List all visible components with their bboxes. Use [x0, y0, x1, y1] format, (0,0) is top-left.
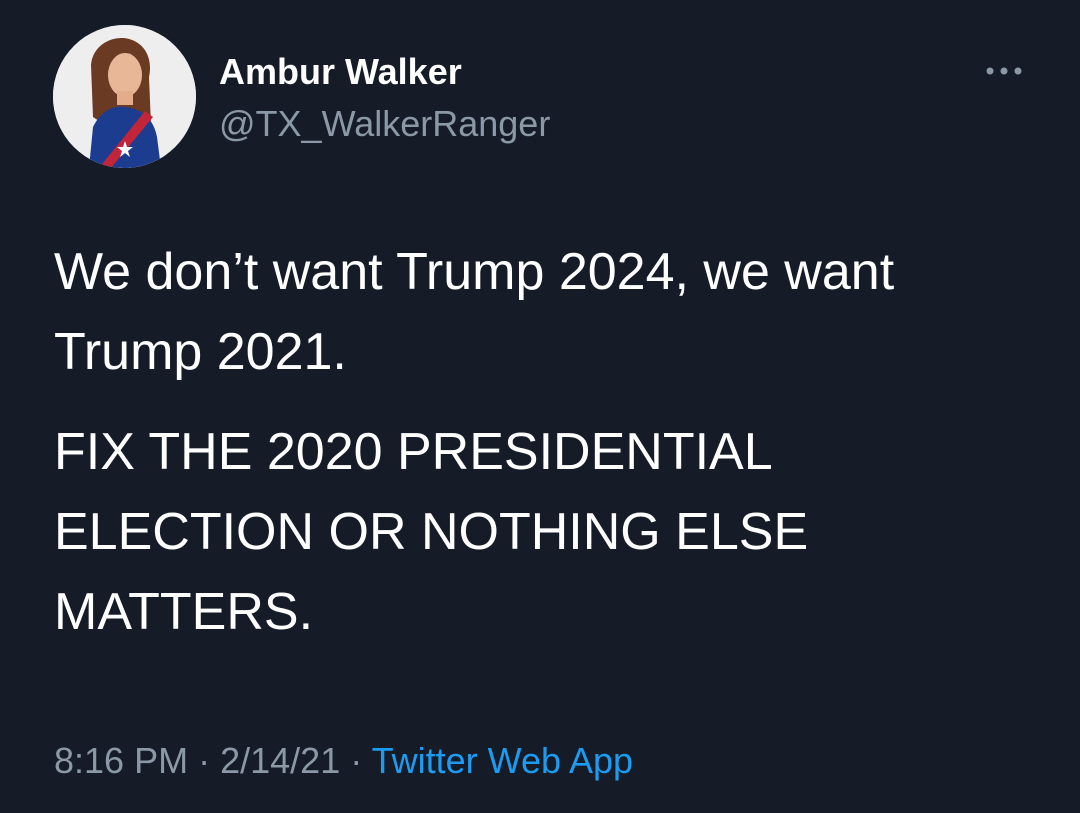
author-display-name[interactable]: Ambur Walker — [219, 50, 462, 94]
tweet-card: Ambur Walker @TX_WalkerRanger We don’t w… — [0, 0, 1080, 813]
tweet-metadata: 8:16 PM · 2/14/21 · Twitter Web App — [54, 736, 633, 786]
meta-separator: · — [350, 740, 363, 781]
more-options-icon — [986, 67, 1022, 75]
profile-photo-icon — [53, 25, 196, 168]
author-handle[interactable]: @TX_WalkerRanger — [219, 102, 550, 146]
more-options-button[interactable] — [982, 56, 1026, 86]
tweet-time[interactable]: 8:16 PM — [54, 740, 188, 781]
tweet-text: We don’t want Trump 2024, we want Trump … — [54, 232, 1044, 652]
tweet-source-link[interactable]: Twitter Web App — [372, 740, 633, 781]
tweet-paragraph: We don’t want Trump 2024, we want Trump … — [54, 243, 895, 381]
meta-separator: · — [198, 740, 211, 781]
tweet-paragraph: FIX THE 2020 PRESIDENTIAL ELECTION OR NO… — [54, 423, 809, 641]
tweet-date[interactable]: 2/14/21 — [220, 740, 340, 781]
avatar[interactable] — [53, 25, 196, 168]
